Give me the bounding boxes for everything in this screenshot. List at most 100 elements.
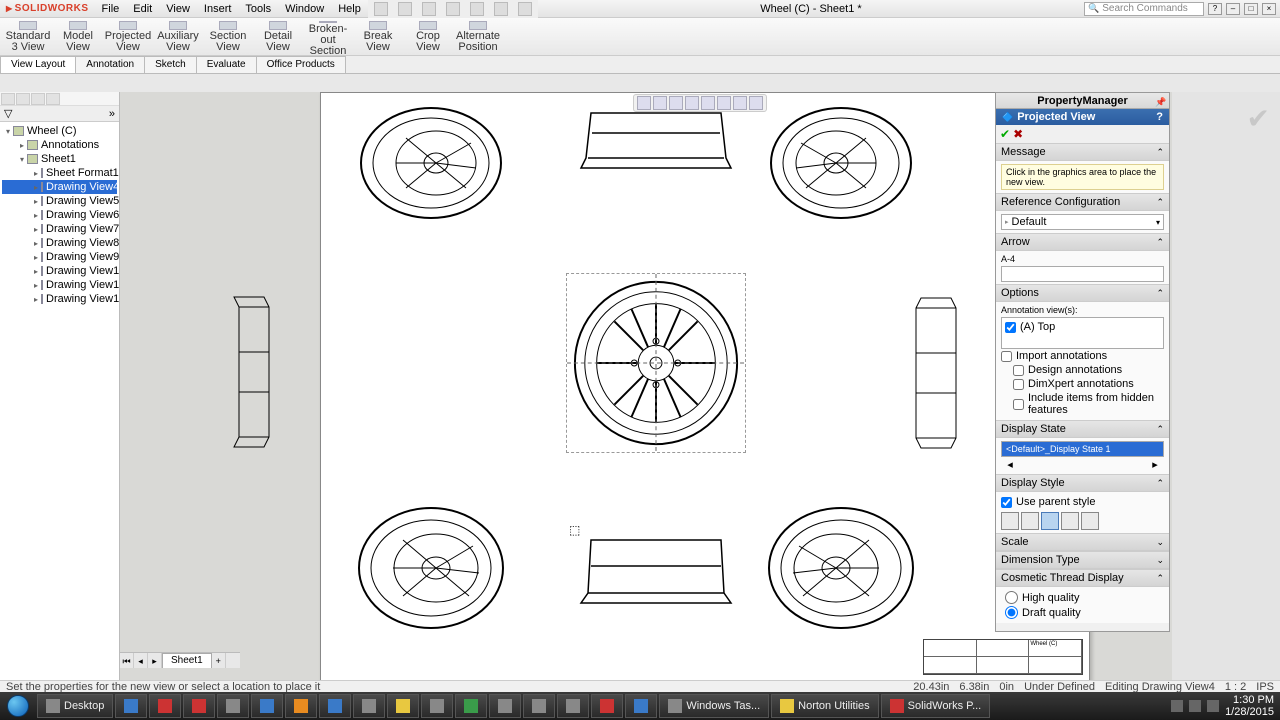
tree-drawing-view12[interactable]: Drawing View12	[2, 292, 117, 306]
tb-desktop[interactable]: Desktop	[37, 694, 113, 718]
rb-crop-view[interactable]: CropView	[404, 20, 452, 53]
tb-app4-icon[interactable]	[319, 694, 351, 718]
title-block[interactable]: Wheel (C)	[923, 639, 1083, 675]
tab-evaluate[interactable]: Evaluate	[196, 56, 257, 73]
qa-undo-icon[interactable]	[470, 2, 484, 16]
tb-app2-icon[interactable]	[251, 694, 283, 718]
tree-drawing-view4[interactable]: Drawing View4	[2, 180, 117, 194]
tree-drawing-view8[interactable]: Drawing View8	[2, 236, 117, 250]
tree-drawing-view5[interactable]: Drawing View5	[2, 194, 117, 208]
pm-check-use-parent[interactable]	[1001, 497, 1012, 508]
pm-sec-dimension-type[interactable]: Dimension Type⌄	[996, 551, 1169, 569]
tab-annotation[interactable]: Annotation	[75, 56, 145, 73]
rb-break-view[interactable]: BreakView	[354, 20, 402, 53]
pm-annotation-views-list[interactable]: (A) Top	[1001, 317, 1164, 349]
rb-alternate-position[interactable]: AlternatePosition	[454, 20, 502, 53]
pm-ok-icon[interactable]: ✔	[1000, 127, 1010, 141]
pm-sec-cosmetic-thread[interactable]: Cosmetic Thread Display⌃	[996, 569, 1169, 587]
tb-skype-icon[interactable]	[625, 694, 657, 718]
pm-arrow-field[interactable]	[1001, 266, 1164, 282]
qa-new-icon[interactable]	[374, 2, 388, 16]
tree-tab-dimx-icon[interactable]	[46, 93, 60, 105]
menu-window[interactable]: Window	[278, 1, 331, 17]
minimize-icon[interactable]: –	[1226, 3, 1240, 15]
tree-drawing-view9[interactable]: Drawing View9	[2, 250, 117, 264]
pm-sec-message[interactable]: Message⌃	[996, 143, 1169, 161]
pm-check-import[interactable]	[1001, 351, 1012, 362]
qa-options-icon[interactable]	[518, 2, 532, 16]
rb-brokenout-section[interactable]: Broken-outSection	[304, 20, 352, 53]
pm-ds-scroll-right-icon[interactable]: ▸	[1149, 458, 1161, 471]
pm-ds-scroll-left-icon[interactable]: ◂	[1004, 458, 1016, 471]
pm-style-hidden-visible-icon[interactable]	[1021, 512, 1039, 530]
rb-section-view[interactable]: SectionView	[204, 20, 252, 53]
tb-app11-icon[interactable]	[557, 694, 589, 718]
drawing-view-left-profile[interactable]	[224, 292, 274, 452]
sheet-nav-prev-icon[interactable]: ◂	[134, 653, 148, 668]
drawing-canvas[interactable]: ⬚ Wheel (C) PropertyManager 📌 Projected …	[120, 92, 1280, 680]
tb-app6-icon[interactable]	[387, 694, 419, 718]
pm-style-shaded-edges-icon[interactable]	[1061, 512, 1079, 530]
tree-sheet-format[interactable]: Sheet Format1	[2, 166, 117, 180]
pm-sec-display-state[interactable]: Display State⌃	[996, 420, 1169, 438]
view-iso-top-right[interactable]	[761, 93, 921, 233]
maximize-icon[interactable]: □	[1244, 3, 1258, 15]
pm-pin-icon[interactable]: 📌	[1155, 94, 1167, 106]
qa-print-icon[interactable]	[446, 2, 460, 16]
pm-style-wireframe-icon[interactable]	[1001, 512, 1019, 530]
sheet-add-icon[interactable]: +	[212, 653, 226, 668]
sheet-nav-next-icon[interactable]: ▸	[148, 653, 162, 668]
tb-app5-icon[interactable]	[353, 694, 385, 718]
help-icon[interactable]: ?	[1208, 3, 1222, 15]
tb-explorer-icon[interactable]	[115, 694, 147, 718]
tb-app10-icon[interactable]	[523, 694, 555, 718]
pm-sec-options[interactable]: Options⌃	[996, 284, 1169, 302]
tb-sw-icon[interactable]	[149, 694, 181, 718]
parent-view-box[interactable]	[566, 273, 746, 453]
pm-opt-a-check[interactable]	[1005, 322, 1016, 333]
qa-rebuild-icon[interactable]	[494, 2, 508, 16]
view-bottom-profile[interactable]	[576, 528, 736, 608]
qa-save-icon[interactable]	[422, 2, 436, 16]
tb-app3-icon[interactable]	[285, 694, 317, 718]
tree-drawing-view10[interactable]: Drawing View10	[2, 264, 117, 278]
hud-section-icon[interactable]	[685, 96, 699, 110]
pm-ref-config-select[interactable]: Default▾	[1001, 214, 1164, 230]
rb-detail-view[interactable]: DetailView	[254, 20, 302, 53]
close-icon[interactable]: ×	[1262, 3, 1276, 15]
tree-drawing-view11[interactable]: Drawing View11	[2, 278, 117, 292]
hud-appearance-icon[interactable]	[749, 96, 763, 110]
tree-drawing-view6[interactable]: Drawing View6	[2, 208, 117, 222]
tb-sw2-icon[interactable]	[183, 694, 215, 718]
hud-display-icon[interactable]	[701, 96, 715, 110]
rb-standard-3view[interactable]: Standard3 View	[4, 20, 52, 53]
pm-sec-ref-config[interactable]: Reference Configuration⌃	[996, 193, 1169, 211]
sheet-nav-first-icon[interactable]: ⏮	[120, 653, 134, 668]
pm-radio-draft-quality[interactable]	[1005, 606, 1018, 619]
view-right-profile[interactable]	[911, 293, 961, 453]
view-iso-bottom-right[interactable]	[761, 488, 921, 648]
sheet-tab-sheet1[interactable]: Sheet1	[162, 653, 212, 668]
tray-up-icon[interactable]	[1171, 700, 1183, 712]
pm-style-shaded-icon[interactable]	[1081, 512, 1099, 530]
tb-norton[interactable]: Norton Utilities	[771, 694, 879, 718]
tree-tab-feature-icon[interactable]	[1, 93, 15, 105]
pm-help-icon[interactable]: ?	[1156, 111, 1163, 123]
tab-office-products[interactable]: Office Products	[256, 56, 346, 73]
tree-drawing-view7[interactable]: Drawing View7	[2, 222, 117, 236]
rb-projected-view[interactable]: ProjectedView	[104, 20, 152, 53]
tb-app9-icon[interactable]	[489, 694, 521, 718]
tree-filter-bar[interactable]: ▽»	[0, 106, 119, 122]
tree-root[interactable]: Wheel (C)	[2, 124, 117, 138]
pm-style-hidden-removed-icon[interactable]	[1041, 512, 1059, 530]
confirm-corner-check-icon[interactable]: ✔	[1247, 102, 1270, 135]
tree-tab-pm-icon[interactable]	[16, 93, 30, 105]
start-button[interactable]	[0, 692, 36, 720]
pm-check-design[interactable]	[1013, 365, 1024, 376]
search-commands-input[interactable]: Search Commands	[1084, 2, 1204, 16]
system-tray[interactable]: 1:30 PM1/28/2015	[1165, 694, 1280, 718]
menu-insert[interactable]: Insert	[197, 1, 239, 17]
tray-net-icon[interactable]	[1189, 700, 1201, 712]
tb-app1-icon[interactable]	[217, 694, 249, 718]
tree-tab-config-icon[interactable]	[31, 93, 45, 105]
